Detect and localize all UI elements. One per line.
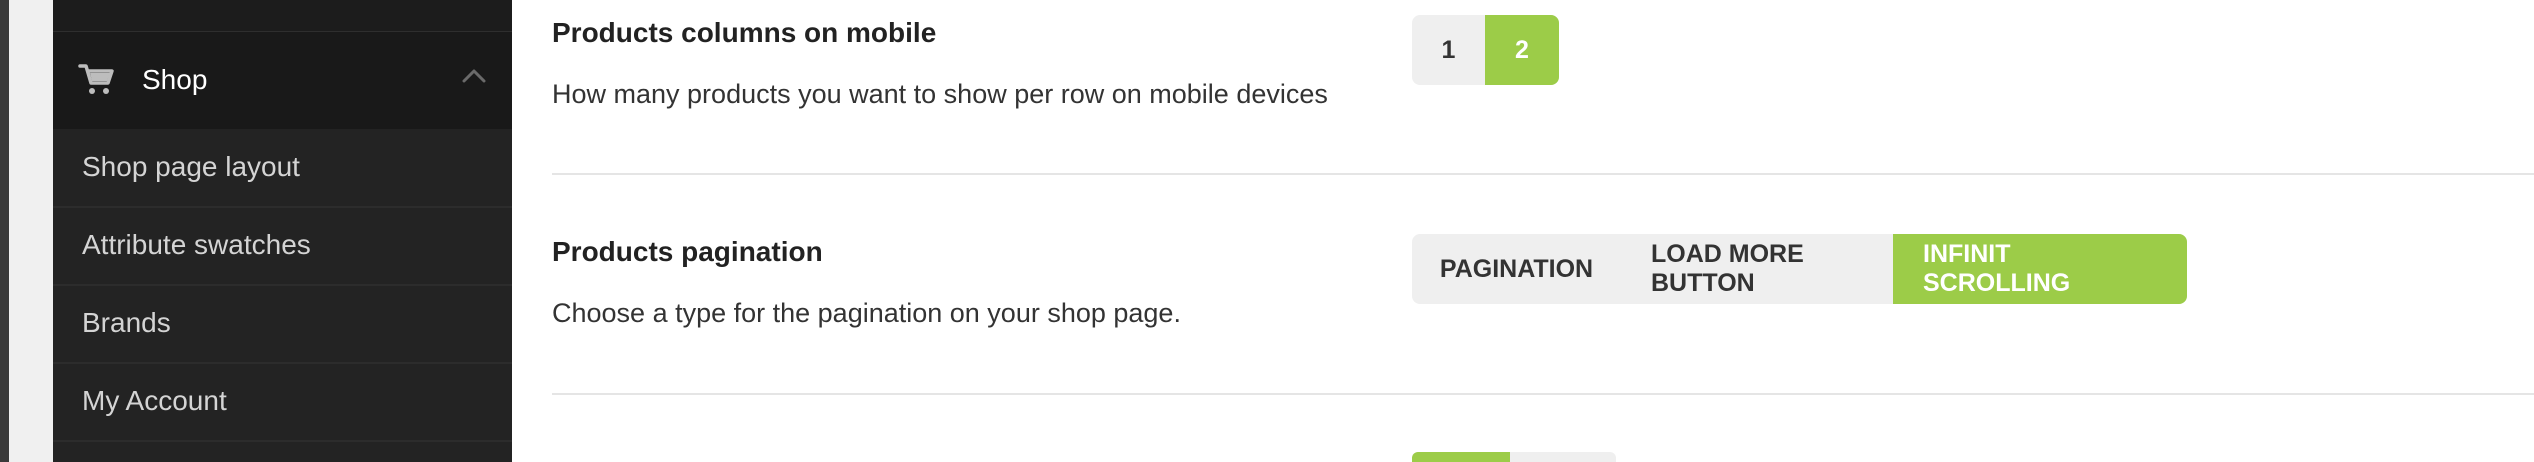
window-edge <box>0 0 9 462</box>
sidebar-item-label: Shop page layout <box>82 151 300 182</box>
setting-description-mobile-columns: How many products you want to show per r… <box>552 79 1328 109</box>
option-pagination[interactable]: PAGINATION <box>1412 234 1621 304</box>
toggle-option-partial[interactable] <box>1510 452 1616 462</box>
sidebar-item-my-account[interactable]: My Account <box>53 364 512 442</box>
sidebar-item-shop-page-layout[interactable]: Shop page layout <box>53 130 512 208</box>
divider <box>552 393 2534 395</box>
option-1-column[interactable]: 1 <box>1412 15 1485 85</box>
sidebar-item-label: Brands <box>82 307 171 338</box>
sidebar-item-attribute-swatches[interactable]: Attribute swatches <box>53 208 512 286</box>
option-2-columns[interactable]: 2 <box>1485 15 1559 85</box>
option-load-more-button[interactable]: LOAD MORE BUTTON <box>1621 234 1893 304</box>
pagination-type-selector: PAGINATION LOAD MORE BUTTON INFINIT SCRO… <box>1412 234 2187 304</box>
sidebar-section-label: Shop <box>142 64 208 95</box>
setting-title-mobile-columns: Products columns on mobile <box>552 17 937 48</box>
sidebar-item-brands[interactable]: Brands <box>53 286 512 364</box>
option-infinit-scrolling[interactable]: INFINIT SCROLLING <box>1893 234 2187 304</box>
left-gutter <box>9 0 53 462</box>
sidebar-item-label: Attribute swatches <box>82 229 311 260</box>
setting-description-pagination: Choose a type for the pagination on your… <box>552 298 1181 328</box>
toggle-option-partial[interactable] <box>1412 452 1510 462</box>
settings-panel: Products columns on mobile How many prod… <box>512 0 2534 462</box>
cart-icon <box>78 62 114 101</box>
sidebar-item-label: My Account <box>82 385 227 416</box>
sidebar: Shop Shop page layout Attribute swatches… <box>53 0 512 462</box>
setting-title-pagination: Products pagination <box>552 236 823 267</box>
mobile-columns-selector: 1 2 <box>1412 15 1559 85</box>
sidebar-section-shop[interactable]: Shop <box>53 32 512 129</box>
sidebar-item-previous[interactable] <box>53 0 512 32</box>
divider <box>552 173 2534 175</box>
chevron-up-icon[interactable] <box>462 68 486 89</box>
